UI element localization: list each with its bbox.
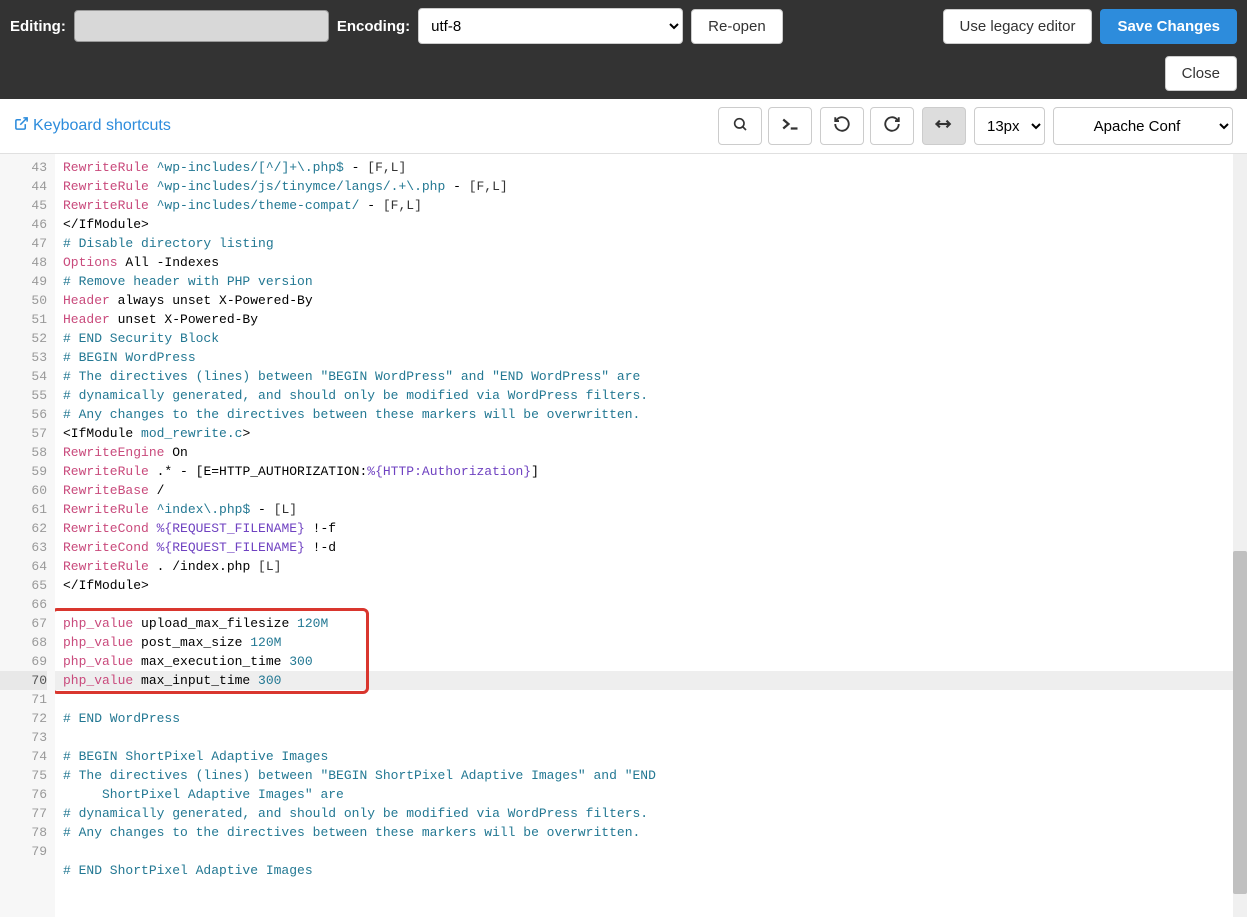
- editing-input[interactable]: [74, 10, 329, 42]
- undo-icon: [833, 115, 851, 138]
- close-button[interactable]: Close: [1165, 56, 1237, 91]
- line-gutter: 4344454647484950515253545556575859606162…: [0, 154, 55, 917]
- save-changes-button[interactable]: Save Changes: [1100, 9, 1237, 44]
- scroll-thumb[interactable]: [1233, 551, 1247, 894]
- external-link-icon: [14, 116, 29, 136]
- shortcuts-text: Keyboard shortcuts: [33, 117, 171, 135]
- header-actions: Use legacy editor Save Changes: [943, 9, 1237, 44]
- vertical-scrollbar[interactable]: [1233, 154, 1247, 917]
- syntax-select[interactable]: Apache Conf: [1053, 107, 1233, 145]
- wrap-icon: [934, 117, 954, 135]
- redo-button[interactable]: [870, 107, 914, 145]
- terminal-button[interactable]: [768, 107, 812, 145]
- undo-button[interactable]: [820, 107, 864, 145]
- editing-label: Editing:: [10, 18, 66, 35]
- header-row2: Close: [10, 56, 1237, 91]
- search-icon: [732, 116, 748, 137]
- legacy-editor-button[interactable]: Use legacy editor: [943, 9, 1093, 44]
- editor-toolbar: Keyboard shortcuts 13px Apache Conf: [0, 99, 1247, 154]
- header-bar: Editing: Encoding: utf-8 Re-open Use leg…: [0, 0, 1247, 99]
- reopen-button[interactable]: Re-open: [691, 9, 783, 44]
- terminal-icon: [781, 117, 799, 136]
- redo-icon: [883, 115, 901, 138]
- encoding-label: Encoding:: [337, 18, 410, 35]
- keyboard-shortcuts-link[interactable]: Keyboard shortcuts: [14, 116, 171, 136]
- search-button[interactable]: [718, 107, 762, 145]
- code-content[interactable]: RewriteRule ^wp-includes/[^/]+\.php$ - […: [55, 154, 1233, 917]
- editor-area[interactable]: 4344454647484950515253545556575859606162…: [0, 154, 1247, 917]
- fontsize-select[interactable]: 13px: [974, 107, 1045, 145]
- wrap-button[interactable]: [922, 107, 966, 145]
- encoding-select[interactable]: utf-8: [418, 8, 683, 44]
